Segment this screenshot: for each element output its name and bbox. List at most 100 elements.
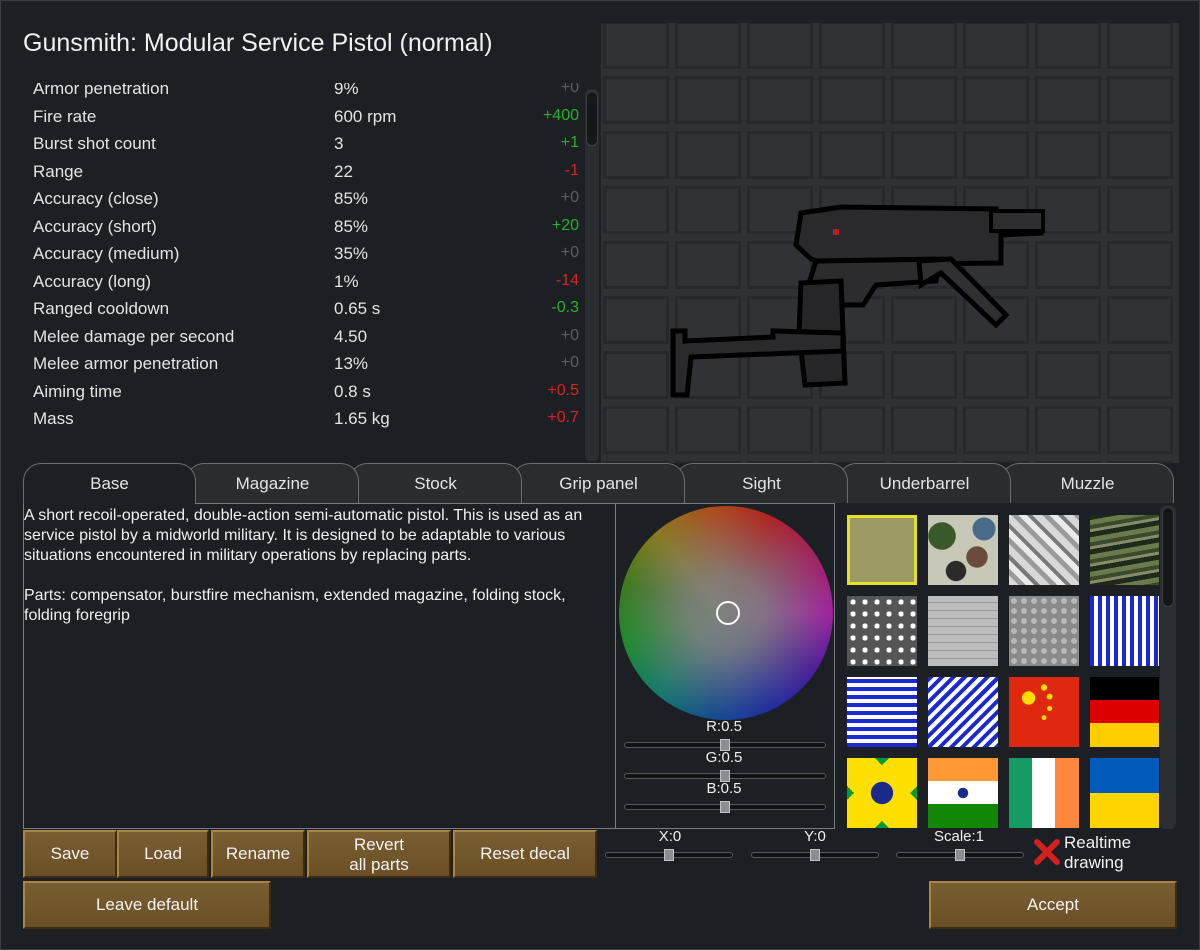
decal-vertical-stripes-blue[interactable] — [1090, 596, 1159, 666]
decal-flag-india[interactable] — [928, 758, 998, 828]
color-wheel[interactable] — [619, 506, 833, 720]
revert-label-line2: all parts — [349, 855, 409, 874]
tab-underbarrel[interactable]: Underbarrel — [838, 463, 1011, 503]
x-offset-slider-knob[interactable] — [664, 849, 674, 861]
stat-row: Accuracy (close) 85% +0 — [23, 189, 583, 216]
decal-brick[interactable] — [928, 596, 998, 666]
stat-value: 1.65 kg — [334, 409, 390, 428]
decal-cobblestone[interactable] — [847, 596, 917, 666]
stat-label: Accuracy (long) — [33, 271, 152, 291]
stats-scrollbar[interactable] — [585, 89, 599, 461]
realtime-toggle-x-icon[interactable] — [1033, 838, 1061, 866]
description-panel: A short recoil-operated, double-action s… — [23, 503, 616, 829]
description-paragraph: A short recoil-operated, double-action s… — [24, 507, 583, 564]
tab-stock[interactable]: Stock — [349, 463, 522, 503]
realtime-label-line1: Realtime — [1064, 833, 1132, 852]
stat-value: 9% — [334, 83, 359, 98]
decal-flag-ukraine[interactable] — [1090, 758, 1159, 828]
y-offset-slider-knob[interactable] — [810, 849, 820, 861]
decal-plain-olive[interactable] — [847, 515, 917, 585]
stat-value: 85% — [334, 216, 369, 236]
decal-horizontal-stripes-blue[interactable] — [847, 677, 917, 747]
load-button[interactable]: Load — [117, 830, 209, 878]
stat-row: Melee damage per second 4.50 +0 — [23, 327, 583, 354]
stat-row: Accuracy (medium) 35% +0 — [23, 244, 583, 271]
decal-scrollbar[interactable] — [1160, 505, 1176, 829]
accept-button[interactable]: Accept — [929, 881, 1177, 929]
scale-label: Scale:1 — [933, 828, 985, 845]
stat-label: Burst shot count — [33, 134, 156, 153]
decal-tiger-stripe-camo[interactable] — [1090, 515, 1159, 585]
stat-label: Ranged cooldown — [33, 299, 170, 318]
stat-value: 85% — [334, 189, 369, 208]
stat-delta: +0.7 — [547, 409, 579, 426]
blue-label: B:0.5 — [706, 780, 742, 797]
stat-label: Accuracy (medium) — [33, 244, 180, 263]
tab-sight[interactable]: Sight — [675, 463, 848, 503]
scale-slider-knob[interactable] — [955, 849, 965, 861]
stat-delta: +0 — [560, 326, 579, 344]
red-label: R:0.5 — [706, 718, 742, 735]
stat-label: Armor penetration — [33, 83, 170, 98]
stat-value: 35% — [334, 244, 369, 263]
stat-value: 0.8 s — [334, 381, 371, 401]
save-button[interactable]: Save — [23, 830, 117, 878]
stat-value: 13% — [334, 354, 369, 373]
realtime-label-line2: drawing — [1064, 853, 1124, 872]
stat-label: Melee damage per second — [33, 326, 235, 346]
stat-label: Range — [33, 161, 84, 181]
gunsmith-window: Gunsmith: Modular Service Pistol (normal… — [0, 0, 1200, 950]
decal-urban-camo[interactable] — [1009, 515, 1079, 585]
window-title: Gunsmith: Modular Service Pistol (normal… — [23, 29, 493, 57]
stat-label: Mass — [33, 409, 74, 428]
revert-all-parts-button[interactable]: Revert all parts — [307, 830, 451, 878]
decal-flag-brazil[interactable] — [847, 758, 917, 828]
color-picker: R:0.5 G:0.5 B:0.5 — [615, 503, 835, 829]
leave-default-button[interactable]: Leave default — [23, 881, 271, 929]
decal-scrollbar-thumb[interactable] — [1162, 507, 1174, 607]
decal-stone[interactable] — [1009, 596, 1079, 666]
stat-value: 0.65 s — [334, 299, 381, 318]
stats-scrollbar-thumb[interactable] — [586, 91, 598, 146]
stat-value: 1% — [334, 271, 359, 291]
tab-grip-panel[interactable]: Grip panel — [512, 463, 685, 503]
reset-decal-button[interactable]: Reset decal — [453, 830, 597, 878]
stat-delta: +0 — [560, 244, 579, 261]
y-offset-label: Y:0 — [804, 828, 826, 845]
realtime-drawing-toggle[interactable]: Realtime drawing — [1064, 833, 1131, 873]
stat-delta: +0 — [560, 83, 579, 96]
blue-slider-knob[interactable] — [720, 801, 730, 813]
stat-delta: -14 — [555, 271, 579, 289]
stat-delta: -1 — [564, 161, 579, 179]
gun-barrel-ext — [989, 209, 1045, 233]
stat-value: 4.50 — [334, 326, 368, 346]
stat-value: 3 — [334, 134, 344, 153]
stat-row: Mass 1.65 kg +0.7 — [23, 409, 583, 433]
stat-delta: +0 — [560, 354, 579, 371]
stat-label: Accuracy (close) — [33, 189, 159, 208]
stat-value: 600 rpm — [334, 106, 397, 126]
stat-row: Range 22 -1 — [23, 162, 583, 189]
decal-flag-china[interactable] — [1009, 677, 1079, 747]
decal-flag-ireland[interactable] — [1009, 758, 1079, 828]
part-tabs: Base Magazine Stock Grip panel Sight Underbar… — [23, 463, 1178, 504]
rename-button[interactable]: Rename — [211, 830, 305, 878]
stat-delta: +20 — [551, 216, 579, 234]
decal-woodland-camo[interactable] — [928, 515, 998, 585]
stat-label: Accuracy (short) — [33, 216, 157, 236]
tab-base[interactable]: Base — [23, 463, 196, 504]
stats-list: Armor penetration 9% +0 Fire rate 600 rpm +40… — [23, 83, 601, 433]
tab-magazine[interactable]: Magazine — [186, 463, 359, 503]
x-offset-label: X:0 — [658, 828, 682, 845]
weapon-sprite — [670, 204, 1045, 398]
gun-foregrip — [916, 256, 1010, 329]
color-wheel-cursor[interactable] — [716, 601, 740, 625]
decal-flag-germany[interactable] — [1090, 677, 1159, 747]
decal-diagonal-stripes-blue[interactable] — [928, 677, 998, 747]
stat-delta: +1 — [560, 134, 579, 151]
stat-delta: -0.3 — [551, 299, 579, 316]
stat-row: Aiming time 0.8 s +0.5 — [23, 382, 583, 409]
decal-grid — [839, 503, 1159, 829]
tab-muzzle[interactable]: Muzzle — [1001, 463, 1174, 503]
description-parts: Parts: compensator, burstfire mechanism,… — [24, 587, 566, 624]
